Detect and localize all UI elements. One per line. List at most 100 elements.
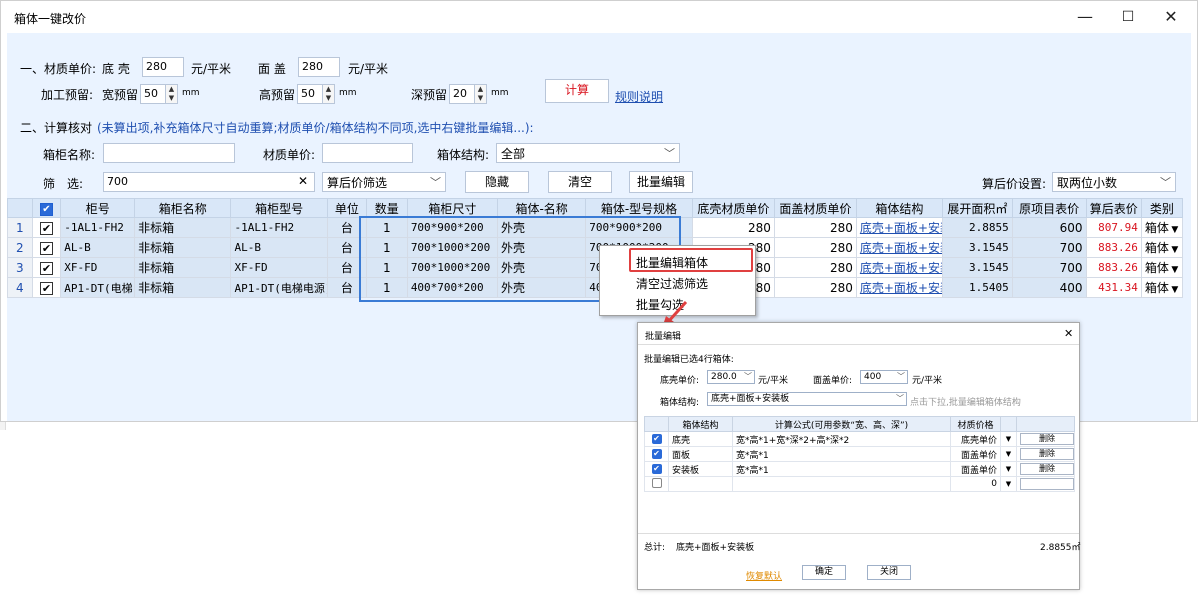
dialog-ok-button[interactable]: 确定 xyxy=(802,565,846,580)
after-price-filter-select[interactable]: 算后价筛选 ﹀ xyxy=(322,172,446,192)
cabinet-model-cell[interactable]: AP1-DT(电梯电源) xyxy=(230,277,328,298)
box-name-cell[interactable]: 外壳 xyxy=(497,217,587,238)
category-cell[interactable]: 箱体 ▼ xyxy=(1140,277,1184,298)
header-cabinet-model[interactable]: 箱柜型号 xyxy=(230,198,328,218)
structure-row[interactable]: ✔ 面板 宽*高*1 面盖单价 ▼ 删除 xyxy=(644,446,1075,462)
after-price-cell[interactable]: 807.94 xyxy=(1085,217,1142,238)
box-spec-cell[interactable]: 700*900*200 xyxy=(585,217,693,238)
dialog-close-btn[interactable]: 关闭 xyxy=(867,565,911,580)
row-checkbox[interactable]: ✔ xyxy=(39,221,53,235)
box-name-cell[interactable]: 外壳 xyxy=(497,237,587,258)
structure-cell[interactable]: 底壳 xyxy=(668,431,733,447)
row-number[interactable]: 4 xyxy=(7,277,33,298)
cabinet-model-cell[interactable]: AL-B xyxy=(230,237,328,258)
price-cell[interactable]: 面盖单价 xyxy=(950,446,1001,462)
row-check-cell[interactable]: ✔ xyxy=(31,237,62,258)
structure-row[interactable]: ✔ 安装板 宽*高*1 面盖单价 ▼ 删除 xyxy=(644,461,1075,477)
header-size[interactable]: 箱柜尺寸 xyxy=(406,198,499,218)
area-cell[interactable]: 3.1545 xyxy=(941,257,1013,278)
stepper-arrows-icon[interactable]: ▲ ▼ xyxy=(165,85,177,103)
height-reserve-stepper[interactable]: 50 ▲ ▼ xyxy=(297,84,335,104)
cabinet-model-cell[interactable]: XF-FD xyxy=(230,257,328,278)
dropdown-icon[interactable]: ▼ xyxy=(1169,285,1181,295)
unit-cell[interactable]: 台 xyxy=(326,257,367,278)
price-dropdown-icon[interactable]: ▼ xyxy=(1000,476,1017,492)
batch-edit-button[interactable]: 批量编辑 xyxy=(629,171,693,193)
calculate-button[interactable]: 计算 xyxy=(545,79,609,103)
row-number[interactable]: 2 xyxy=(7,237,33,258)
structure-cell[interactable] xyxy=(668,476,733,492)
table-row[interactable]: 1 ✔ -1AL1-FH2 非标箱 -1AL1-FH2 台 1 700*900*200 外壳 70… xyxy=(7,217,1184,238)
depth-reserve-stepper[interactable]: 20 ▲ ▼ xyxy=(449,84,487,104)
structure-cell[interactable]: 安装板 xyxy=(668,461,733,477)
size-cell[interactable]: 700*900*200 xyxy=(406,217,499,238)
price-cell[interactable]: 0 xyxy=(950,476,1001,492)
header-bottom-price[interactable]: 底壳材质单价 xyxy=(691,198,775,218)
cover-price-cell[interactable]: 280 xyxy=(773,237,857,258)
cabinet-no-cell[interactable]: XF-FD xyxy=(60,257,136,278)
header-qty[interactable]: 数量 xyxy=(365,198,408,218)
header-box-name[interactable]: 箱体-名称 xyxy=(497,198,587,218)
delete-button[interactable]: 删除 xyxy=(1020,463,1074,475)
box-name-cell[interactable]: 外壳 xyxy=(497,257,587,278)
cabinet-name-cell[interactable]: 非标箱 xyxy=(134,277,232,298)
formula-cell[interactable]: 宽*高*1 xyxy=(732,461,951,477)
stepper-arrows-icon[interactable]: ▲ ▼ xyxy=(474,85,486,103)
row-number[interactable]: 1 xyxy=(7,217,33,238)
structure-check-cell[interactable] xyxy=(644,476,669,492)
header-cabinet-name[interactable]: 箱柜名称 xyxy=(134,198,232,218)
qty-cell[interactable]: 1 xyxy=(365,237,408,258)
size-cell[interactable]: 400*700*200 xyxy=(406,277,499,298)
cabinet-name-cell[interactable]: 非标箱 xyxy=(134,237,232,258)
header-cover-price[interactable]: 面盖材质单价 xyxy=(773,198,857,218)
price-dropdown-icon[interactable]: ▼ xyxy=(1000,461,1017,477)
price-cell[interactable]: 面盖单价 xyxy=(950,461,1001,477)
bottom-shell-price-input[interactable]: 280 xyxy=(142,57,184,77)
structure-cell[interactable]: 底壳+面板+安装板 xyxy=(855,257,943,278)
structure-check-cell[interactable]: ✔ xyxy=(644,461,669,477)
structure-row[interactable]: 0 ▼ xyxy=(644,476,1075,492)
row-checkbox[interactable]: ✔ xyxy=(39,261,53,275)
row-check-cell[interactable]: ✔ xyxy=(31,217,62,238)
row-checkbox[interactable]: ✔ xyxy=(39,241,53,255)
maximize-button[interactable]: ☐ xyxy=(1118,7,1138,27)
clear-button[interactable]: 清空 xyxy=(548,171,612,193)
structure-filter-select[interactable]: 全部 ﹀ xyxy=(496,143,680,163)
cover-price-input[interactable]: 280 xyxy=(298,57,340,77)
unit-cell[interactable]: 台 xyxy=(326,277,367,298)
cabinet-model-cell[interactable]: -1AL1-FH2 xyxy=(230,217,328,238)
unit-cell[interactable]: 台 xyxy=(326,217,367,238)
row-check-cell[interactable]: ✔ xyxy=(31,257,62,278)
table-row[interactable]: 2✔AL-B非标箱AL-B台1700*1000*200外壳700*1000*20… xyxy=(7,237,1184,258)
qty-cell[interactable]: 1 xyxy=(365,257,408,278)
dialog-close-button[interactable]: ✕ xyxy=(1064,327,1073,340)
cover-price-cell[interactable]: 280 xyxy=(773,257,857,278)
structure-row[interactable]: ✔ 底壳 宽*高*1+宽*深*2+高*深*2 底壳单价 ▼ 删除 xyxy=(644,431,1075,447)
size-cell[interactable]: 700*1000*200 xyxy=(406,237,499,258)
header-unit[interactable]: 单位 xyxy=(326,198,367,218)
header-after-price[interactable]: 算后表价 xyxy=(1085,198,1142,218)
width-reserve-stepper[interactable]: 50 ▲ ▼ xyxy=(140,84,178,104)
after-price-cell[interactable]: 883.26 xyxy=(1085,237,1142,258)
structure-checkbox[interactable] xyxy=(651,477,662,488)
select-all-checkbox[interactable]: ✔ xyxy=(31,198,62,218)
dropdown-icon[interactable]: ▼ xyxy=(1169,265,1181,275)
price-cell[interactable]: 底壳单价 xyxy=(950,431,1001,447)
cover-price-cell[interactable]: 280 xyxy=(773,277,857,298)
after-price-cell[interactable]: 883.26 xyxy=(1085,257,1142,278)
size-cell[interactable]: 700*1000*200 xyxy=(406,257,499,278)
structure-checkbox[interactable]: ✔ xyxy=(651,464,662,474)
area-cell[interactable]: 1.5405 xyxy=(941,277,1013,298)
close-button[interactable]: ✕ xyxy=(1161,7,1181,27)
price-dropdown-icon[interactable]: ▼ xyxy=(1000,446,1017,462)
delete-button[interactable]: 删除 xyxy=(1020,448,1074,460)
cabinet-name-cell[interactable]: 非标箱 xyxy=(134,257,232,278)
header-category[interactable]: 类别 xyxy=(1140,198,1184,218)
hide-button[interactable]: 隐藏 xyxy=(465,171,529,193)
after-price-setting-select[interactable]: 取两位小数 ﹀ xyxy=(1052,172,1176,192)
box-name-cell[interactable]: 外壳 xyxy=(497,277,587,298)
delete-button[interactable] xyxy=(1020,478,1074,490)
formula-cell[interactable]: 宽*高*1+宽*深*2+高*深*2 xyxy=(732,431,951,447)
orig-price-cell[interactable]: 700 xyxy=(1011,257,1087,278)
clear-filter-icon[interactable]: ✕ xyxy=(298,174,308,188)
